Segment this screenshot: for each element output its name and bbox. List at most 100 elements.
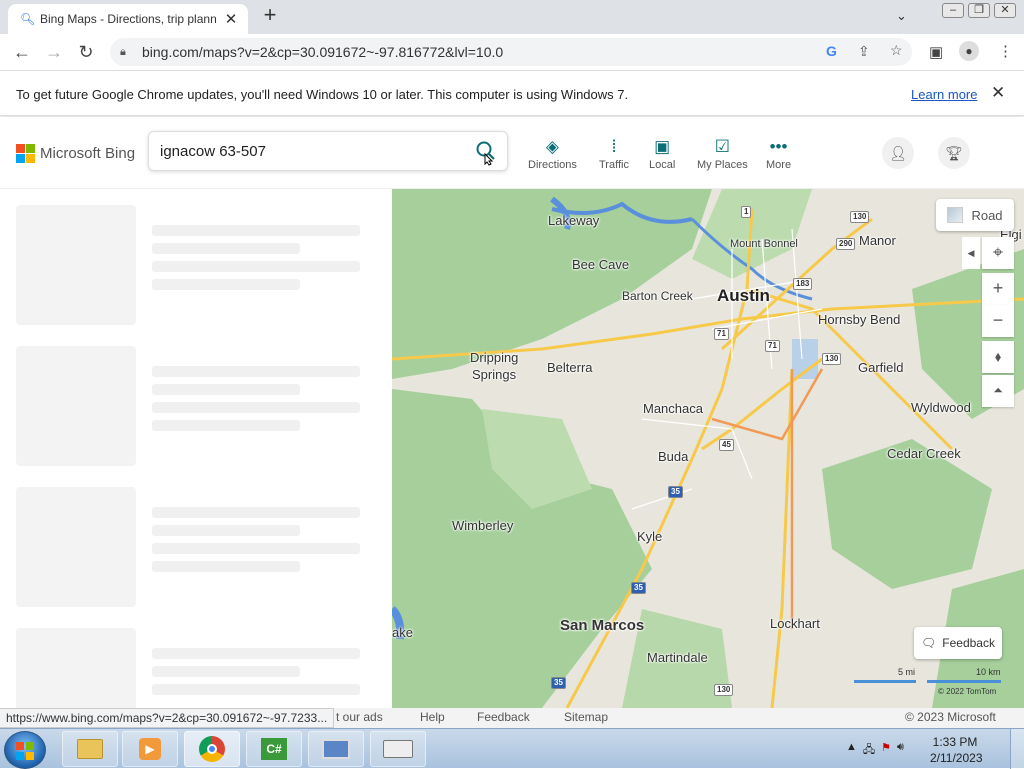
microsoft-bing-logo[interactable]: Microsoft Bing [16, 144, 135, 163]
footer-about-ads-link[interactable]: t our ads [336, 710, 383, 724]
nav-directions-label: Directions [528, 159, 577, 171]
my-places-icon: ☑ [714, 137, 730, 156]
share-icon[interactable]: ⇪ [858, 43, 870, 60]
address-bar[interactable]: 🔒︎ bing.com/maps?v=2&cp=30.091672~-97.81… [110, 38, 912, 66]
infobar-close-icon[interactable]: ✕ [991, 83, 1005, 103]
taskbar-clock[interactable]: 1:33 PM 2/11/2023 [930, 734, 983, 766]
map-city-label: Cedar Creek [887, 446, 961, 461]
maximize-button[interactable]: ❐ [968, 2, 990, 18]
feedback-chat-icon: 🗨︎ [921, 636, 937, 650]
search-icon[interactable] [475, 140, 497, 169]
zoom-in-button[interactable]: + [982, 273, 1014, 305]
learn-more-link[interactable]: Learn more [911, 87, 977, 102]
close-window-button[interactable]: ✕ [994, 2, 1016, 18]
account-icon[interactable]: 👤︎ [882, 137, 914, 169]
tab-close-icon[interactable]: ✕ [222, 10, 240, 28]
nav-more[interactable]: ••• More [766, 137, 791, 171]
map-city-label: Springs [472, 367, 517, 382]
map-style-label: Road [971, 207, 1003, 223]
back-arrow-icon[interactable]: ← [6, 37, 38, 67]
scale-bar-miles [854, 680, 916, 683]
show-desktop-button[interactable] [1010, 729, 1024, 769]
skeleton-card [16, 346, 376, 466]
bing-search-favicon-icon: 🔍︎ [20, 12, 36, 26]
footer-help-link[interactable]: Help [420, 710, 445, 724]
zoom-out-button[interactable]: − [982, 305, 1014, 337]
network-tray-icon[interactable]: 🖧︎ [863, 741, 875, 760]
folder-icon [77, 739, 103, 759]
interstate-shield: 35 [551, 677, 566, 689]
tab-search-chevron-icon[interactable]: ⌄ [896, 8, 907, 24]
map-city-label: Manchaca [643, 401, 703, 416]
map-canvas[interactable]: Lakeway Bee Cave Mount Bonnel Barton Cre… [392, 189, 1024, 708]
profile-icon[interactable]: ● [959, 41, 979, 61]
map-attribution: © 2022 TomTom [938, 687, 997, 696]
taskbar-keyboard-app[interactable] [370, 731, 426, 767]
forward-arrow-icon[interactable]: → [38, 37, 70, 67]
taskbar-network-app[interactable] [308, 731, 364, 767]
map-city-label: ake [392, 625, 413, 640]
highway-shield: 45 [719, 439, 734, 451]
chrome-menu-icon[interactable]: ⋮ [998, 42, 1013, 60]
window-controls: ‒ ❐ ✕ [942, 0, 1016, 20]
map-feedback-button[interactable]: 🗨︎ Feedback [914, 627, 1002, 659]
map-city-label: Lockhart [770, 616, 820, 631]
bing-header: Microsoft Bing ◈ Directions ⦙ Traffic ▣ … [0, 117, 1024, 189]
reload-icon[interactable]: ↻ [70, 37, 102, 67]
browser-toolbar: ← → ↻ 🔒︎ bing.com/maps?v=2&cp=30.091672~… [0, 34, 1024, 70]
map-style-road-button[interactable]: Road [936, 199, 1014, 231]
logo-text: Microsoft Bing [40, 145, 136, 162]
footer-sitemap-link[interactable]: Sitemap [564, 710, 608, 724]
skeleton-card [16, 205, 376, 325]
highway-shield: 130 [822, 353, 842, 365]
tray-expand-icon[interactable]: ▲ [846, 741, 857, 760]
taskbar-csharp-ide[interactable]: C# [246, 731, 302, 767]
map-search-box [148, 131, 508, 171]
map-city-label: Bee Cave [572, 257, 630, 272]
new-tab-button[interactable]: + [258, 4, 282, 28]
highway-shield: 130 [850, 211, 870, 223]
taskbar-file-explorer[interactable] [62, 731, 118, 767]
search-input[interactable] [160, 142, 460, 160]
action-center-flag-icon[interactable]: ⚑ [881, 741, 891, 760]
windows-logo-icon [16, 742, 34, 760]
more-icon: ••• [769, 137, 788, 156]
feedback-label: Feedback [942, 636, 995, 650]
rewards-trophy-icon[interactable]: 🏆︎ [938, 137, 970, 169]
google-lens-icon[interactable]: G [826, 43, 837, 59]
traffic-icon: ⦙ [612, 137, 616, 156]
nav-directions[interactable]: ◈ Directions [528, 137, 577, 171]
link-hover-status-bubble: https://www.bing.com/maps?v=2&cp=30.0916… [0, 708, 335, 728]
nav-local[interactable]: ▣ Local [649, 137, 675, 171]
bookmark-star-icon[interactable]: ☆ [890, 42, 903, 59]
browser-tab[interactable]: 🔍︎ Bing Maps - Directions, trip plann ✕ [8, 4, 248, 34]
interstate-shield: 35 [668, 486, 683, 498]
nav-traffic[interactable]: ⦙ Traffic [599, 137, 629, 171]
scale-label-miles: 5 mi [898, 667, 916, 677]
scale-bar-km [927, 680, 1001, 683]
highway-shield: 183 [793, 278, 813, 290]
collapse-controls-icon[interactable]: ◀ [962, 237, 980, 269]
side-panel-icon[interactable]: ▣ [929, 43, 943, 61]
map-city-label: Dripping [470, 350, 519, 365]
infobar-message: To get future Google Chrome updates, you… [16, 87, 629, 102]
compass-icon[interactable]: ⬧ [982, 341, 1014, 373]
map-city-label: Garfield [858, 360, 904, 375]
map-city-label: Kyle [637, 529, 663, 544]
minimize-button[interactable]: ‒ [942, 2, 964, 18]
scale-label-km: 10 km [976, 667, 1001, 677]
nav-more-label: More [766, 159, 792, 171]
locate-me-icon[interactable]: ⌖ [982, 237, 1014, 269]
taskbar-media-player[interactable]: ▶ [122, 731, 178, 767]
taskbar-chrome[interactable] [184, 731, 240, 767]
nav-my-places[interactable]: ☑ My Places [697, 137, 748, 171]
map-city-label: Lakeway [548, 213, 600, 228]
footer-feedback-link[interactable]: Feedback [477, 710, 530, 724]
start-button[interactable] [4, 731, 46, 769]
highway-shield: 290 [836, 238, 856, 250]
volume-icon[interactable]: 🔊︎ [897, 741, 904, 760]
nav-traffic-label: Traffic [599, 159, 629, 171]
tilt-view-icon[interactable]: ⏶ [982, 375, 1014, 407]
microsoft-logo-icon [16, 144, 35, 163]
system-tray: ▲ 🖧︎ ⚑ 🔊︎ [846, 741, 904, 760]
